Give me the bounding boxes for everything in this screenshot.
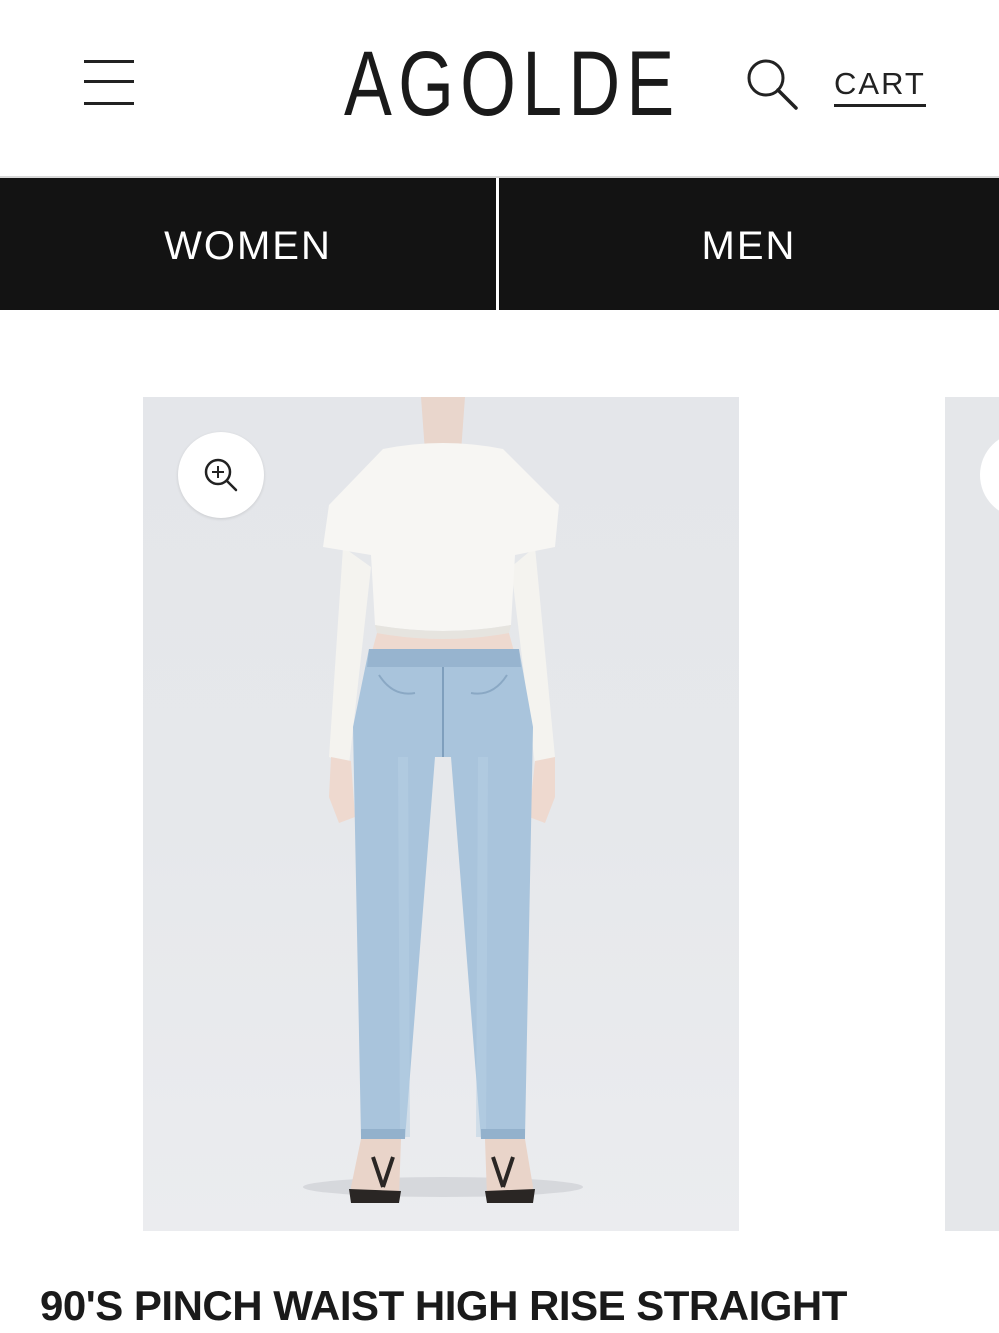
zoom-button[interactable] xyxy=(178,432,264,518)
product-title[interactable]: 90'S PINCH WAIST HIGH RISE STRAIGHT xyxy=(40,1280,847,1332)
brand-logo[interactable]: AGOLDE xyxy=(344,34,674,134)
nav-item-men[interactable]: MEN xyxy=(499,178,999,310)
product-image[interactable] xyxy=(143,397,739,1231)
hamburger-menu-icon[interactable] xyxy=(80,55,138,113)
next-zoom-button[interactable] xyxy=(980,432,999,518)
cart-link[interactable]: CART xyxy=(834,66,926,107)
zoom-in-icon xyxy=(204,458,238,492)
search-icon[interactable] xyxy=(744,56,800,112)
nav-item-women[interactable]: WOMEN xyxy=(0,178,496,310)
product-photo-illustration xyxy=(303,397,583,1203)
site-header: AGOLDE CART xyxy=(0,0,999,175)
main-navigation: WOMEN MEN xyxy=(0,176,999,310)
next-product-image[interactable] xyxy=(945,397,999,1231)
